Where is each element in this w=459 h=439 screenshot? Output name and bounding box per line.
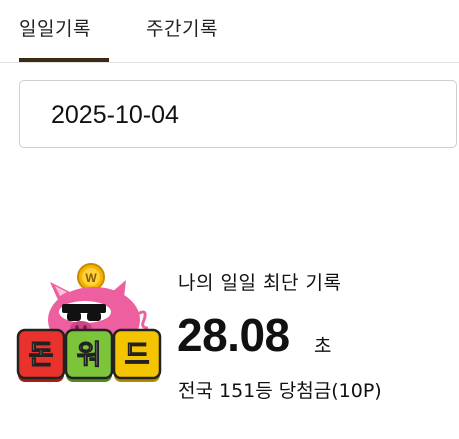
- tile-letter: 드: [125, 340, 150, 371]
- tile-don: 돈: [16, 328, 66, 382]
- coin-letter: W: [85, 271, 97, 285]
- tile-wo: 워: [64, 328, 114, 382]
- record-label: 나의 일일 최단 기록: [178, 272, 342, 294]
- tile-deu: 드: [112, 328, 162, 382]
- record-time: 28.08: [177, 309, 290, 361]
- tile-letter: 돈: [29, 340, 54, 371]
- rank-prize-text: 전국 151등 당첨금(10P): [178, 380, 382, 402]
- date-picker-field[interactable]: 2025-10-04: [19, 80, 457, 148]
- donword-logo: W 돈 워 드: [16, 263, 162, 382]
- active-tab-indicator: [19, 58, 109, 62]
- tab-weekly-record[interactable]: 주간기록: [146, 14, 218, 41]
- date-value: 2025-10-04: [51, 101, 179, 129]
- tab-bar: 일일기록 주간기록: [0, 0, 459, 63]
- tab-daily-record[interactable]: 일일기록: [19, 14, 91, 41]
- coin-icon: W: [77, 263, 105, 291]
- record-time-unit: 초: [314, 335, 332, 357]
- tile-letter: 워: [77, 340, 102, 371]
